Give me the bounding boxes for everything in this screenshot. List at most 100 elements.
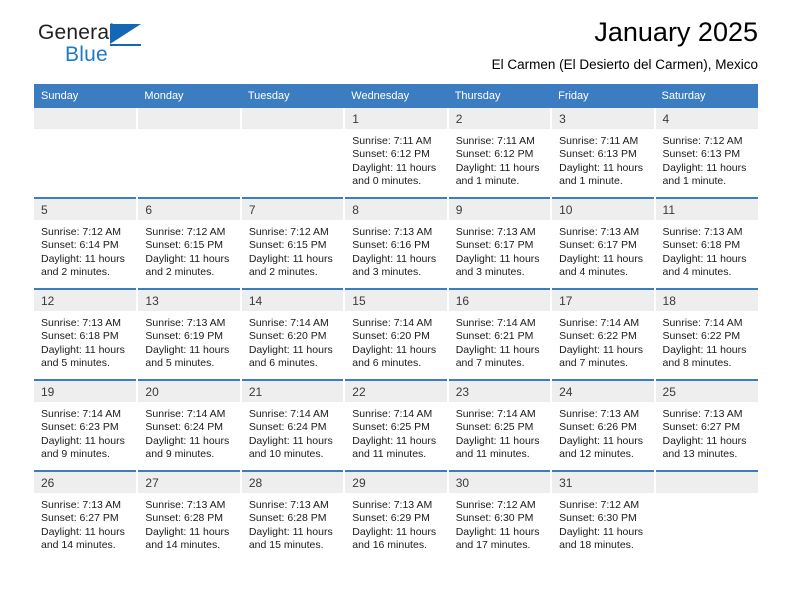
weekday-header-monday: Monday	[137, 84, 241, 108]
day-number: 8	[345, 199, 447, 220]
calendar-day-cell[interactable]: 30 Sunrise: 7:12 AM Sunset: 6:30 PM Dayligh…	[447, 470, 553, 561]
day-details: Sunrise: 7:13 AM Sunset: 6:17 PM Daylight:…	[552, 220, 653, 280]
day-details: Sunrise: 7:13 AM Sunset: 6:28 PM Daylight:…	[138, 493, 239, 553]
sunrise-text: Sunrise: 7:12 AM	[559, 499, 640, 511]
day-details: Sunrise: 7:11 AM Sunset: 6:12 PM Daylight:…	[449, 129, 550, 189]
day-details: Sunrise: 7:12 AM Sunset: 6:15 PM Daylight:…	[242, 220, 343, 280]
sunset-text: Sunset: 6:22 PM	[662, 330, 741, 343]
sunset-text: Sunset: 6:19 PM	[145, 330, 224, 343]
calendar-day-cell[interactable]: 2 Sunrise: 7:11 AM Sunset: 6:12 PM Daylight…	[447, 108, 553, 198]
day-details: Sunrise: 7:14 AM Sunset: 6:21 PM Daylight:…	[449, 311, 550, 371]
sunrise-text: Sunrise: 7:13 AM	[248, 499, 329, 511]
calendar-day-cell[interactable]: 4 Sunrise: 7:12 AM Sunset: 6:13 PM Daylight…	[654, 108, 758, 198]
day-number	[34, 108, 137, 129]
day-number: 22	[345, 381, 447, 402]
day-details: Sunrise: 7:11 AM Sunset: 6:12 PM Daylight:…	[345, 129, 446, 189]
daylight-text: Daylight: 11 hours and 16 minutes.	[352, 525, 437, 552]
calendar-day-cell[interactable]: 19 Sunrise: 7:14 AM Sunset: 6:23 PM Dayligh…	[34, 379, 139, 471]
day-details: Sunrise: 7:14 AM Sunset: 6:24 PM Daylight:…	[242, 402, 343, 462]
sunrise-text: Sunrise: 7:14 AM	[662, 317, 743, 329]
sunrise-text: Sunrise: 7:14 AM	[41, 408, 121, 420]
calendar-day-cell[interactable]: 1 Sunrise: 7:11 AM Sunset: 6:12 PM Daylight…	[344, 108, 449, 198]
calendar-day-cell[interactable]: 22 Sunrise: 7:14 AM Sunset: 6:25 PM Dayligh…	[344, 379, 449, 471]
sunset-text: Sunset: 6:12 PM	[455, 148, 534, 161]
calendar-day-cell[interactable]: 28 Sunrise: 7:13 AM Sunset: 6:28 PM Dayligh…	[240, 470, 346, 561]
calendar-day-cell[interactable]: 24 Sunrise: 7:13 AM Sunset: 6:26 PM Dayligh…	[551, 379, 656, 471]
sunset-text: Sunset: 6:29 PM	[352, 512, 430, 525]
daylight-text: Daylight: 11 hours and 18 minutes.	[559, 525, 643, 552]
sunset-text: Sunset: 6:14 PM	[41, 239, 119, 252]
sunrise-text: Sunrise: 7:11 AM	[352, 135, 432, 147]
calendar-day-cell[interactable]: 12 Sunrise: 7:13 AM Sunset: 6:18 PM Dayligh…	[34, 288, 139, 380]
calendar-day-cell[interactable]: 31 Sunrise: 7:12 AM Sunset: 6:30 PM Dayligh…	[551, 470, 656, 561]
calendar-day-cell[interactable]: 13 Sunrise: 7:13 AM Sunset: 6:19 PM Dayligh…	[137, 288, 242, 380]
calendar-day-cell[interactable]: 7 Sunrise: 7:12 AM Sunset: 6:15 PM Daylight…	[240, 197, 346, 289]
calendar-day-cell[interactable]: 3 Sunrise: 7:11 AM Sunset: 6:13 PM Daylight…	[551, 108, 656, 198]
calendar-day-cell[interactable]: 6 Sunrise: 7:12 AM Sunset: 6:15 PM Daylight…	[137, 197, 242, 289]
daylight-text: Daylight: 11 hours and 11 minutes.	[352, 434, 437, 461]
calendar-day-cell[interactable]: 23 Sunrise: 7:14 AM Sunset: 6:25 PM Dayligh…	[447, 379, 553, 471]
weekday-header-thursday: Thursday	[447, 84, 552, 108]
sunrise-text: Sunrise: 7:12 AM	[662, 135, 743, 147]
daylight-text: Daylight: 11 hours and 1 minute.	[455, 161, 540, 188]
calendar-day-cell[interactable]: 18 Sunrise: 7:14 AM Sunset: 6:22 PM Dayligh…	[654, 288, 758, 380]
day-number: 11	[655, 199, 758, 220]
sunset-text: Sunset: 6:24 PM	[145, 421, 224, 434]
sunrise-text: Sunrise: 7:14 AM	[352, 317, 433, 329]
day-details: Sunrise: 7:13 AM Sunset: 6:27 PM Daylight:…	[34, 493, 136, 553]
sunrise-text: Sunrise: 7:13 AM	[145, 499, 226, 511]
day-details: Sunrise: 7:13 AM Sunset: 6:28 PM Daylight:…	[242, 493, 343, 553]
logo-text-blue: Blue	[65, 43, 108, 66]
calendar-day-cell[interactable]: 16 Sunrise: 7:14 AM Sunset: 6:21 PM Dayligh…	[447, 288, 553, 380]
general-blue-logo[interactable]: General Blue	[34, 20, 244, 76]
sunset-text: Sunset: 6:25 PM	[352, 421, 430, 434]
sunrise-text: Sunrise: 7:13 AM	[662, 226, 743, 238]
sunrise-text: Sunrise: 7:14 AM	[145, 408, 226, 420]
daylight-text: Daylight: 11 hours and 2 minutes.	[145, 252, 230, 279]
day-details: Sunrise: 7:14 AM Sunset: 6:24 PM Daylight:…	[138, 402, 239, 462]
day-details: Sunrise: 7:14 AM Sunset: 6:20 PM Daylight:…	[242, 311, 343, 371]
sunrise-text: Sunrise: 7:13 AM	[662, 408, 743, 420]
calendar-cell-empty	[240, 108, 346, 198]
sunrise-text: Sunrise: 7:14 AM	[455, 408, 536, 420]
sunrise-text: Sunrise: 7:13 AM	[145, 317, 226, 329]
calendar-day-cell[interactable]: 11 Sunrise: 7:13 AM Sunset: 6:18 PM Dayligh…	[654, 197, 758, 289]
sunrise-text: Sunrise: 7:13 AM	[455, 226, 536, 238]
day-number: 4	[655, 108, 758, 129]
daylight-text: Daylight: 11 hours and 2 minutes.	[41, 252, 125, 279]
day-number: 17	[552, 290, 654, 311]
daylight-text: Daylight: 11 hours and 14 minutes.	[41, 525, 125, 552]
day-details: Sunrise: 7:12 AM Sunset: 6:14 PM Daylight:…	[34, 220, 136, 280]
day-details: Sunrise: 7:12 AM Sunset: 6:15 PM Daylight:…	[138, 220, 239, 280]
calendar-day-cell[interactable]: 27 Sunrise: 7:13 AM Sunset: 6:28 PM Dayligh…	[137, 470, 242, 561]
sunset-text: Sunset: 6:30 PM	[455, 512, 534, 525]
calendar-day-cell[interactable]: 8 Sunrise: 7:13 AM Sunset: 6:16 PM Daylight…	[344, 197, 449, 289]
sunrise-text: Sunrise: 7:14 AM	[455, 317, 536, 329]
daylight-text: Daylight: 11 hours and 14 minutes.	[145, 525, 230, 552]
day-details: Sunrise: 7:13 AM Sunset: 6:26 PM Daylight:…	[552, 402, 653, 462]
calendar-day-cell[interactable]: 29 Sunrise: 7:13 AM Sunset: 6:29 PM Dayligh…	[344, 470, 449, 561]
calendar-day-cell[interactable]: 17 Sunrise: 7:14 AM Sunset: 6:22 PM Dayligh…	[551, 288, 656, 380]
calendar-day-cell[interactable]: 14 Sunrise: 7:14 AM Sunset: 6:20 PM Dayligh…	[240, 288, 346, 380]
daylight-text: Daylight: 11 hours and 5 minutes.	[145, 343, 230, 370]
calendar-day-cell[interactable]: 26 Sunrise: 7:13 AM Sunset: 6:27 PM Dayligh…	[34, 470, 139, 561]
calendar-day-cell[interactable]: 15 Sunrise: 7:14 AM Sunset: 6:20 PM Dayligh…	[344, 288, 449, 380]
calendar-day-cell[interactable]: 25 Sunrise: 7:13 AM Sunset: 6:27 PM Dayligh…	[654, 379, 758, 471]
daylight-text: Daylight: 11 hours and 9 minutes.	[145, 434, 230, 461]
calendar-page: General Blue January 2025 El Carmen (El …	[0, 0, 792, 612]
sunrise-text: Sunrise: 7:13 AM	[352, 499, 433, 511]
calendar-day-cell[interactable]: 21 Sunrise: 7:14 AM Sunset: 6:24 PM Dayligh…	[240, 379, 346, 471]
day-number	[241, 108, 344, 129]
daylight-text: Daylight: 11 hours and 8 minutes.	[662, 343, 747, 370]
calendar-body: 1 Sunrise: 7:11 AM Sunset: 6:12 PM Daylight…	[34, 108, 758, 561]
calendar-day-cell[interactable]: 9 Sunrise: 7:13 AM Sunset: 6:17 PM Daylight…	[447, 197, 553, 289]
calendar-day-cell[interactable]: 5 Sunrise: 7:12 AM Sunset: 6:14 PM Daylight…	[34, 197, 139, 289]
calendar-day-cell[interactable]: 10 Sunrise: 7:13 AM Sunset: 6:17 PM Dayligh…	[551, 197, 656, 289]
sunrise-text: Sunrise: 7:13 AM	[352, 226, 433, 238]
calendar-day-cell[interactable]: 20 Sunrise: 7:14 AM Sunset: 6:24 PM Dayligh…	[137, 379, 242, 471]
day-number: 16	[448, 290, 551, 311]
day-details: Sunrise: 7:13 AM Sunset: 6:18 PM Daylight:…	[656, 220, 758, 280]
daylight-text: Daylight: 11 hours and 10 minutes.	[248, 434, 333, 461]
day-details: Sunrise: 7:14 AM Sunset: 6:25 PM Daylight:…	[345, 402, 446, 462]
daylight-text: Daylight: 11 hours and 1 minute.	[559, 161, 643, 188]
